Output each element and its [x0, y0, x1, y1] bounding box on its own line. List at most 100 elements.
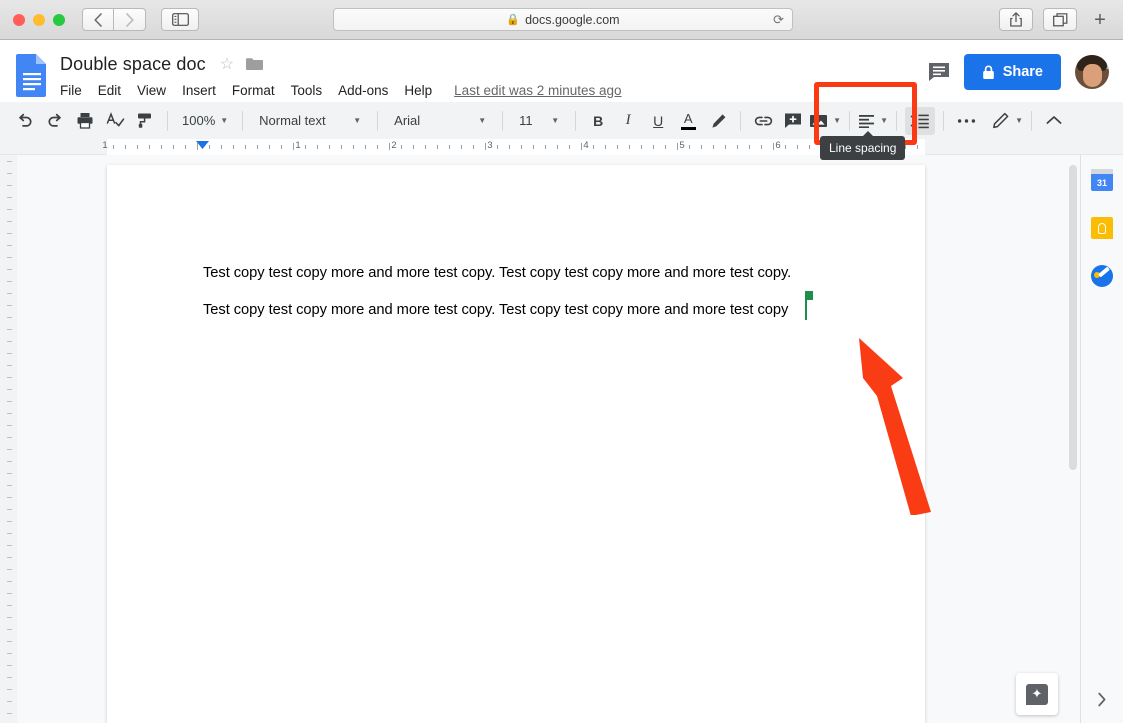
title-and-menus: Double space doc ☆ File Edit View Insert… [60, 50, 622, 101]
new-tab-button[interactable]: + [1087, 10, 1113, 30]
ruler-number: 4 [583, 140, 589, 151]
menu-format[interactable]: Format [224, 83, 283, 98]
menu-edit[interactable]: Edit [90, 83, 129, 98]
comment-icon[interactable] [928, 62, 950, 82]
ruler-number: 1 [102, 140, 108, 151]
google-docs-logo[interactable] [14, 53, 50, 97]
more-options-icon [957, 118, 975, 123]
menu-help[interactable]: Help [396, 83, 440, 98]
share-upload-icon [1010, 12, 1022, 27]
undo-icon [19, 113, 32, 127]
menu-view[interactable]: View [129, 83, 174, 98]
chevron-left-icon [94, 12, 102, 27]
navigation-buttons[interactable] [82, 8, 146, 31]
toolbar-separator [849, 110, 851, 131]
insert-link-button[interactable] [749, 107, 777, 135]
vertical-ruler[interactable] [0, 155, 17, 723]
align-left-icon [859, 114, 875, 128]
zoom-selector[interactable]: 100% ▼ [176, 108, 234, 134]
font-size-value: 11 [519, 113, 533, 128]
line-spacing-tooltip: Line spacing [820, 131, 906, 160]
address-bar[interactable]: 🔒 docs.google.com ⟳ [333, 8, 793, 31]
minimize-window-button[interactable] [33, 13, 45, 26]
menu-tools[interactable]: Tools [283, 83, 331, 98]
print-button[interactable] [71, 107, 99, 135]
document-page[interactable]: Test copy test copy more and more test c… [107, 165, 925, 723]
folder-icon[interactable] [246, 57, 264, 71]
editing-mode-button[interactable]: ▼ [992, 107, 1023, 135]
window-traffic-lights[interactable] [0, 13, 65, 26]
google-calendar-icon[interactable]: 31 [1091, 169, 1113, 191]
doc-paragraph-1[interactable]: Test copy test copy more and more test c… [203, 265, 791, 281]
chevron-down-icon: ▼ [551, 116, 560, 125]
avatar[interactable] [1075, 55, 1109, 89]
expand-side-panel-button[interactable] [1097, 692, 1107, 707]
toolbar-right-group: ▼ [991, 107, 1069, 135]
insert-image-icon [810, 114, 828, 127]
sidebar-toggle-icon [171, 13, 189, 26]
underline-button[interactable]: U [644, 107, 672, 135]
ruler-number: 3 [487, 140, 493, 151]
toolbar-separator [575, 110, 577, 131]
bold-button[interactable]: B [584, 107, 612, 135]
more-options-button[interactable] [952, 107, 980, 135]
chevron-down-icon: ▼ [353, 116, 362, 125]
close-window-button[interactable] [13, 13, 25, 26]
maximize-window-button[interactable] [53, 13, 65, 26]
sidebar-toggle-button[interactable] [161, 8, 199, 31]
add-comment-button[interactable] [779, 107, 807, 135]
add-comment-icon [785, 113, 802, 128]
tab-overview-icon [1052, 12, 1067, 26]
undo-button[interactable] [11, 107, 39, 135]
menu-bar: File Edit View Insert Format Tools Add-o… [60, 79, 622, 101]
ruler-number: 2 [391, 140, 397, 151]
paint-format-button[interactable] [131, 107, 159, 135]
share-label: Share [1002, 64, 1043, 80]
document-workspace: Test copy test copy more and more test c… [0, 155, 1123, 723]
back-button[interactable] [82, 8, 114, 31]
share-button[interactable]: Share [963, 54, 1061, 90]
zoom-value: 100% [182, 113, 216, 128]
title-row: Double space doc ☆ [60, 50, 622, 78]
menu-file[interactable]: File [60, 83, 90, 98]
last-edit-link[interactable]: Last edit was 2 minutes ago [454, 83, 621, 98]
spellcheck-button[interactable] [101, 107, 129, 135]
italic-button[interactable]: I [614, 107, 642, 135]
tab-overview-button[interactable] [1043, 8, 1077, 31]
print-icon [77, 113, 93, 129]
browser-right-controls: + [999, 8, 1113, 31]
highlight-button[interactable] [704, 107, 732, 135]
explore-button[interactable]: ✦ [1016, 673, 1058, 715]
menu-addons[interactable]: Add-ons [330, 83, 396, 98]
collapse-toolbar-button[interactable] [1040, 107, 1068, 135]
menu-insert[interactable]: Insert [174, 83, 224, 98]
chevron-down-icon: ▼ [220, 116, 229, 125]
font-value: Arial [394, 113, 421, 128]
lock-icon [982, 65, 994, 79]
lock-icon: 🔒 [506, 14, 521, 26]
text-cursor [805, 300, 807, 320]
vertical-scrollbar-thumb[interactable] [1069, 165, 1077, 470]
line-spacing-button[interactable] [905, 106, 936, 135]
redo-button[interactable] [41, 107, 69, 135]
font-size-selector[interactable]: 11 ▼ [511, 108, 567, 134]
line-spacing-icon [910, 113, 929, 128]
chevron-down-icon: ▼ [1015, 116, 1023, 125]
document-title[interactable]: Double space doc [60, 54, 206, 75]
horizontal-ruler[interactable]: 1 1 2 3 4 5 6 [0, 139, 1123, 155]
ruler-number: 5 [679, 140, 685, 151]
forward-button[interactable] [114, 8, 146, 31]
text-color-button[interactable]: A [674, 107, 702, 135]
reload-button[interactable]: ⟳ [773, 12, 784, 28]
google-tasks-icon[interactable] [1091, 265, 1113, 287]
font-selector[interactable]: Arial ▼ [386, 108, 494, 134]
toolbar-separator [242, 110, 244, 131]
share-browser-button[interactable] [999, 8, 1033, 31]
side-panel-rail: 31 [1080, 155, 1123, 723]
toolbar-separator [502, 110, 504, 131]
paragraph-style-selector[interactable]: Normal text ▼ [251, 108, 369, 134]
insert-image-button[interactable]: ▼ [809, 107, 841, 135]
doc-paragraph-2[interactable]: Test copy test copy more and more test c… [203, 302, 788, 318]
google-keep-icon[interactable] [1091, 217, 1113, 239]
star-outline-icon[interactable]: ☆ [220, 54, 234, 74]
